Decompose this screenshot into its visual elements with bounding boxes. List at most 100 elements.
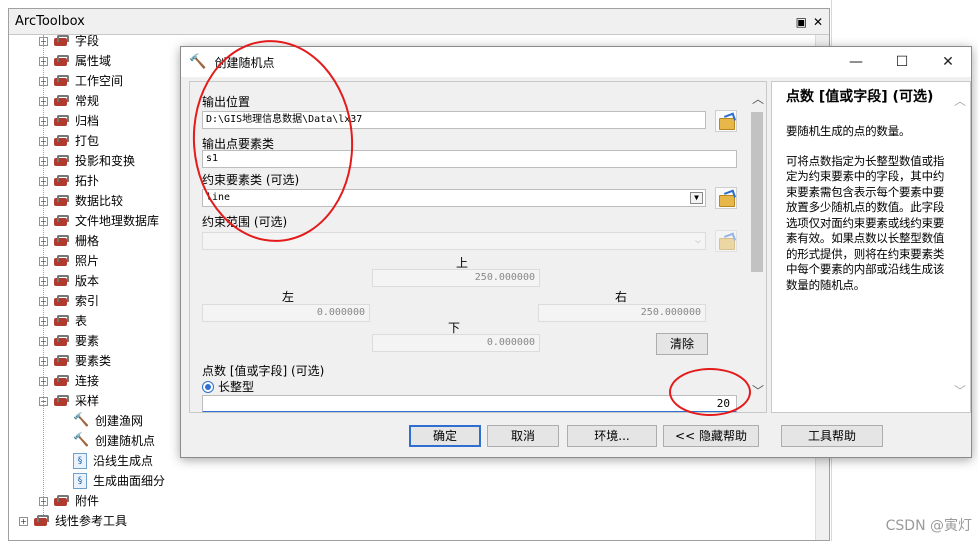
tree-item-label: 版本 — [75, 274, 100, 288]
tree-item[interactable]: 🔨 创建渔网 — [73, 411, 143, 431]
extent-left-label: 左 — [282, 290, 295, 304]
create-random-points-dialog: 🔨 创建随机点 — ☐ ✕ 输出位置 D:\GIS地理信息数据\Data\lx3… — [180, 46, 972, 458]
ok-button[interactable]: 确定 — [409, 425, 481, 447]
tree-item-label: 附件 — [75, 494, 100, 508]
clear-button[interactable]: 清除 — [656, 333, 708, 355]
chevron-down-icon: ⌵ — [694, 235, 701, 246]
toolbox-icon — [54, 295, 69, 307]
maximize-button[interactable]: ☐ — [879, 47, 925, 77]
tree-item[interactable]: + 要素 — [39, 331, 99, 351]
constraint-extent-select[interactable]: ⌵ — [202, 232, 706, 250]
toolbox-icon — [34, 515, 49, 527]
count-type-radio[interactable]: 长整型 — [202, 378, 254, 395]
tree-item[interactable]: + 栅格 — [39, 231, 99, 251]
extent-right-input[interactable]: 250.000000 — [538, 304, 706, 322]
tree-item[interactable]: + 归档 — [39, 111, 99, 131]
help-scroll-up-icon[interactable]: ︿ — [954, 92, 966, 109]
tree-item[interactable]: + 照片 — [39, 251, 99, 271]
constraint-fc-value: line — [206, 192, 231, 203]
toolbox-icon — [54, 255, 69, 267]
tree-item-label: 字段 — [75, 34, 100, 48]
hide-help-button[interactable]: << 隐藏帮助 — [663, 425, 759, 447]
toolbox-icon — [54, 75, 69, 87]
tree-item-label: 索引 — [75, 294, 100, 308]
toolbox-icon — [54, 335, 69, 347]
scroll-thumb[interactable] — [751, 112, 763, 272]
tree-item-label: 连接 — [75, 374, 100, 388]
output-location-input[interactable]: D:\GIS地理信息数据\Data\lx37 — [202, 111, 706, 129]
extent-left-input[interactable]: 0.000000 — [202, 304, 370, 322]
tree-item[interactable]: 🔨 创建随机点 — [73, 431, 155, 451]
tool-help-button[interactable]: 工具帮助 — [781, 425, 883, 447]
tree-item[interactable]: + 投影和变换 — [39, 151, 135, 171]
extent-bottom-input[interactable]: 0.000000 — [372, 334, 540, 352]
tree-item[interactable]: § 生成曲面细分 — [73, 471, 165, 491]
toolbox-icon — [54, 115, 69, 127]
tree-item[interactable]: + 线性参考工具 — [19, 511, 127, 531]
constraint-fc-select[interactable]: line ▼ — [202, 189, 706, 207]
tree-item[interactable]: + 文件地理数据库 — [39, 211, 159, 231]
browse-fc-icon[interactable] — [715, 187, 737, 209]
expand-icon[interactable]: + — [19, 516, 28, 526]
tree-item-label: 生成曲面细分 — [93, 474, 166, 488]
tree-item[interactable]: + 属性域 — [39, 51, 111, 71]
tree-item-label: 文件地理数据库 — [75, 214, 160, 228]
tree-item[interactable]: + 数据比较 — [39, 191, 123, 211]
toolbox-icon — [54, 55, 69, 67]
tree-item[interactable]: + 工作空间 — [39, 71, 123, 91]
output-fc-input[interactable]: s1 — [202, 150, 737, 168]
minimize-button[interactable]: — — [833, 47, 879, 77]
tree-item[interactable]: § 沿线生成点 — [73, 451, 153, 471]
scroll-up-icon[interactable]: ︿ — [752, 90, 764, 107]
toolbox-icon — [54, 315, 69, 327]
hammer-icon: 🔨 — [73, 413, 90, 428]
count-input[interactable]: 20 — [202, 395, 737, 412]
parameters-form: 输出位置 D:\GIS地理信息数据\Data\lx37 输出点要素类 s1 约束… — [189, 81, 767, 413]
dock-toggle-icon[interactable]: ▣ — [796, 9, 807, 35]
toolbox-icon — [54, 495, 69, 507]
toolbox-icon — [54, 195, 69, 207]
tree-item-label: 采样 — [75, 394, 100, 408]
help-panel: 点数 [值或字段] (可选) 要随机生成的点的数量。 可将点数指定为长整型数值或… — [771, 81, 971, 413]
tree-item[interactable]: + 附件 — [39, 491, 99, 511]
toolbox-icon — [54, 395, 69, 407]
help-scroll-down-icon[interactable]: ﹀ — [954, 382, 966, 399]
chevron-down-icon[interactable]: ▼ — [690, 192, 703, 204]
tree-item[interactable]: − 采样 — [39, 391, 99, 411]
tree-item-label: 线性参考工具 — [55, 514, 128, 528]
tree-item-label: 常规 — [75, 94, 100, 108]
tree-item[interactable]: + 字段 — [39, 31, 99, 51]
scroll-down-icon[interactable]: ﹀ — [752, 382, 764, 399]
toolbox-icon — [54, 375, 69, 387]
tree-item[interactable]: + 索引 — [39, 291, 99, 311]
tree-item[interactable]: + 拓扑 — [39, 171, 99, 191]
close-icon[interactable]: ✕ — [813, 9, 823, 35]
environments-button[interactable]: 环境... — [567, 425, 657, 447]
tree-item[interactable]: + 版本 — [39, 271, 99, 291]
extent-top-input[interactable]: 250.000000 — [372, 269, 540, 287]
tree-item[interactable]: + 连接 — [39, 371, 99, 391]
browse-folder-icon[interactable] — [715, 110, 737, 132]
form-scrollbar[interactable]: ︿ ﹀ — [748, 82, 766, 412]
toolbox-icon — [54, 95, 69, 107]
cancel-button[interactable]: 取消 — [487, 425, 559, 447]
tree-item-label: 要素 — [75, 334, 100, 348]
dialog-close-button[interactable]: ✕ — [925, 47, 971, 77]
tree-item-label: 栅格 — [75, 234, 100, 248]
extent-right-label: 右 — [615, 290, 628, 304]
toolbox-icon — [54, 235, 69, 247]
help-paragraph: 要随机生成的点的数量。 — [786, 124, 911, 138]
tree-item[interactable]: + 打包 — [39, 131, 99, 151]
toolbox-icon — [54, 215, 69, 227]
tree-item[interactable]: + 表 — [39, 311, 87, 331]
tree-item[interactable]: + 常规 — [39, 91, 99, 111]
radio-selected-icon[interactable] — [202, 381, 214, 393]
count-label: 点数 [值或字段] (可选) — [202, 364, 325, 378]
arctoolbox-title: ArcToolbox — [15, 14, 85, 29]
tree-item[interactable]: + 要素类 — [39, 351, 111, 371]
help-title: 点数 [值或字段] (可选) — [786, 89, 934, 105]
constraint-fc-label: 约束要素类 (可选) — [202, 173, 300, 187]
dialog-title: 创建随机点 — [214, 55, 275, 70]
tree-item-label: 要素类 — [75, 354, 112, 368]
hammer-icon: 🔨 — [73, 433, 90, 448]
